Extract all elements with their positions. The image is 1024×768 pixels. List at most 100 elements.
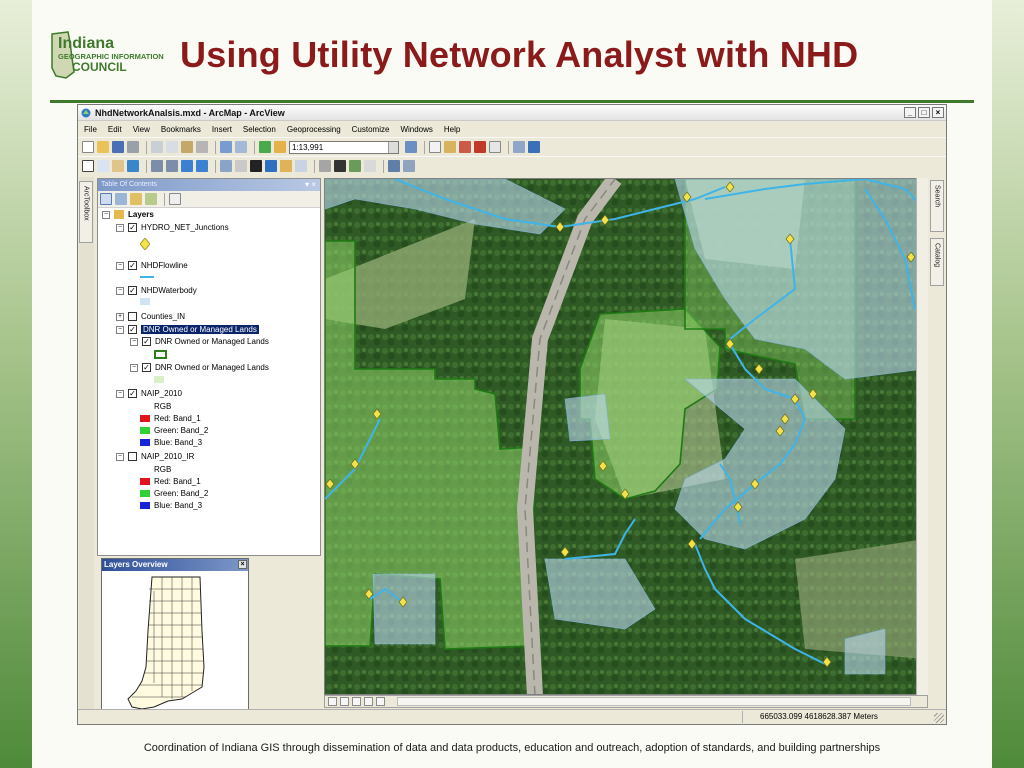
catalog-window-icon[interactable] <box>444 141 456 153</box>
map-scale-combo[interactable]: 1:13,991 <box>289 140 399 154</box>
pan-icon[interactable] <box>112 160 124 172</box>
menu-bookmarks[interactable]: Bookmarks <box>161 125 201 134</box>
expand-icon[interactable]: + <box>116 312 124 321</box>
editor-toolbar-icon[interactable] <box>405 141 417 153</box>
junction-symbol[interactable] <box>140 237 150 250</box>
create-viewer-icon[interactable] <box>403 160 415 172</box>
list-by-selection-icon[interactable] <box>145 193 157 205</box>
toc-layer-dnr-1[interactable]: − ✓ DNR Owned or Managed Lands <box>130 336 269 347</box>
window-titlebar[interactable]: NhdNetworkAnalsis.mxd - ArcMap - ArcView… <box>78 105 946 121</box>
minimize-button[interactable]: _ <box>904 107 916 118</box>
cut-icon[interactable] <box>151 141 163 153</box>
list-by-drawing-order-icon[interactable] <box>100 193 112 205</box>
map-vertical-scrollbar[interactable] <box>916 178 928 695</box>
arctoolbox-tab[interactable]: ArcToolbox <box>79 181 93 243</box>
python-window-icon[interactable] <box>489 141 501 153</box>
chevron-down-icon[interactable] <box>388 141 398 153</box>
select-elements-icon[interactable] <box>250 160 262 172</box>
catalog-tab[interactable]: Catalog <box>930 238 944 286</box>
fixed-zoom-in-icon[interactable] <box>151 160 163 172</box>
save-icon[interactable] <box>112 141 124 153</box>
toolbox-icon[interactable] <box>474 141 486 153</box>
collapse-icon[interactable]: − <box>116 452 124 461</box>
overview-header[interactable]: Layers Overview × <box>102 559 248 571</box>
table-of-contents-icon[interactable] <box>429 141 441 153</box>
model-builder-icon[interactable] <box>513 141 525 153</box>
delete-icon[interactable] <box>196 141 208 153</box>
toc-layer-counties[interactable]: + Counties_IN <box>116 311 185 322</box>
pause-drawing-button[interactable] <box>364 697 373 706</box>
go-to-xy-icon[interactable] <box>364 160 376 172</box>
collapse-icon[interactable]: − <box>116 389 124 398</box>
collapse-icon[interactable]: − <box>116 223 124 232</box>
map-display[interactable] <box>324 178 928 695</box>
toc-pin-close[interactable]: ▾ × <box>305 179 316 191</box>
select-features-icon[interactable] <box>220 160 232 172</box>
toc-options-icon[interactable] <box>169 193 181 205</box>
scroll-left-button[interactable] <box>376 697 385 706</box>
html-popup-icon[interactable] <box>295 160 307 172</box>
layer-visibility-checkbox[interactable]: ✓ <box>128 286 137 295</box>
new-document-icon[interactable] <box>82 141 94 153</box>
time-slider-icon[interactable] <box>388 160 400 172</box>
layer-visibility-checkbox[interactable]: ✓ <box>128 325 137 334</box>
undo-icon[interactable] <box>220 141 232 153</box>
map-horizontal-scrollbar[interactable] <box>397 697 911 706</box>
print-icon[interactable] <box>127 141 139 153</box>
zoom-out-icon[interactable] <box>97 160 109 172</box>
open-folder-icon[interactable] <box>97 141 109 153</box>
layer-visibility-checkbox[interactable]: ✓ <box>128 223 137 232</box>
data-view-button[interactable] <box>328 697 337 706</box>
layer-visibility-checkbox[interactable]: ✓ <box>142 337 151 346</box>
layer-visibility-checkbox[interactable]: ✓ <box>128 389 137 398</box>
menu-view[interactable]: View <box>133 125 150 134</box>
menu-selection[interactable]: Selection <box>243 125 276 134</box>
add-data-icon[interactable] <box>259 141 271 153</box>
measure-icon[interactable] <box>319 160 331 172</box>
collapse-icon[interactable]: − <box>116 261 124 270</box>
dnr-outline-symbol[interactable] <box>154 349 171 360</box>
toc-layer-flowline[interactable]: − ✓ NHDFlowline <box>116 260 188 271</box>
whats-this-icon[interactable] <box>528 141 540 153</box>
menu-geoprocessing[interactable]: Geoprocessing <box>287 125 341 134</box>
copy-icon[interactable] <box>166 141 178 153</box>
search-window-icon[interactable] <box>459 141 471 153</box>
layer-visibility-checkbox[interactable]: ✓ <box>128 261 137 270</box>
redo-icon[interactable] <box>235 141 247 153</box>
toc-root-layers[interactable]: − Layers <box>102 209 154 220</box>
menu-windows[interactable]: Windows <box>400 125 432 134</box>
collapse-icon[interactable]: − <box>130 363 138 372</box>
toc-layer-naip[interactable]: − ✓ NAIP_2010 <box>116 388 182 399</box>
identify-icon[interactable] <box>265 160 277 172</box>
layer-visibility-checkbox[interactable] <box>128 452 137 461</box>
toc-layer-junctions[interactable]: − ✓ HYDRO_NET_Junctions <box>116 222 229 233</box>
toc-layer-waterbody[interactable]: − ✓ NHDWaterbody <box>116 285 197 296</box>
collapse-icon[interactable]: − <box>116 286 124 295</box>
toc-header[interactable]: Table Of Contents ▾ × <box>98 179 320 191</box>
layer-visibility-checkbox[interactable]: ✓ <box>142 363 151 372</box>
zoom-in-icon[interactable] <box>82 160 94 172</box>
menu-insert[interactable]: Insert <box>212 125 232 134</box>
toc-layer-dnr-2[interactable]: − ✓ DNR Owned or Managed Lands <box>130 362 269 373</box>
menu-help[interactable]: Help <box>444 125 460 134</box>
find-icon[interactable] <box>334 160 346 172</box>
full-extent-icon[interactable] <box>127 160 139 172</box>
hyperlink-icon[interactable] <box>280 160 292 172</box>
close-button[interactable]: × <box>932 107 944 118</box>
back-extent-icon[interactable] <box>181 160 193 172</box>
aerial-map-canvas[interactable] <box>325 179 928 695</box>
fixed-zoom-out-icon[interactable] <box>166 160 178 172</box>
layout-view-button[interactable] <box>340 697 349 706</box>
toc-layer-naip-ir[interactable]: − NAIP_2010_IR <box>116 451 194 462</box>
clear-selection-icon[interactable] <box>235 160 247 172</box>
list-by-visibility-icon[interactable] <box>130 193 142 205</box>
resize-grip-icon[interactable] <box>934 713 944 723</box>
search-tab[interactable]: Search <box>930 180 944 232</box>
dnr-fill-symbol[interactable] <box>154 374 168 385</box>
collapse-icon[interactable]: − <box>102 210 110 219</box>
waterbody-symbol[interactable] <box>140 296 154 307</box>
find-route-icon[interactable] <box>349 160 361 172</box>
georeference-icon[interactable] <box>274 141 286 153</box>
collapse-icon[interactable]: − <box>130 337 138 346</box>
collapse-icon[interactable]: − <box>116 325 124 334</box>
